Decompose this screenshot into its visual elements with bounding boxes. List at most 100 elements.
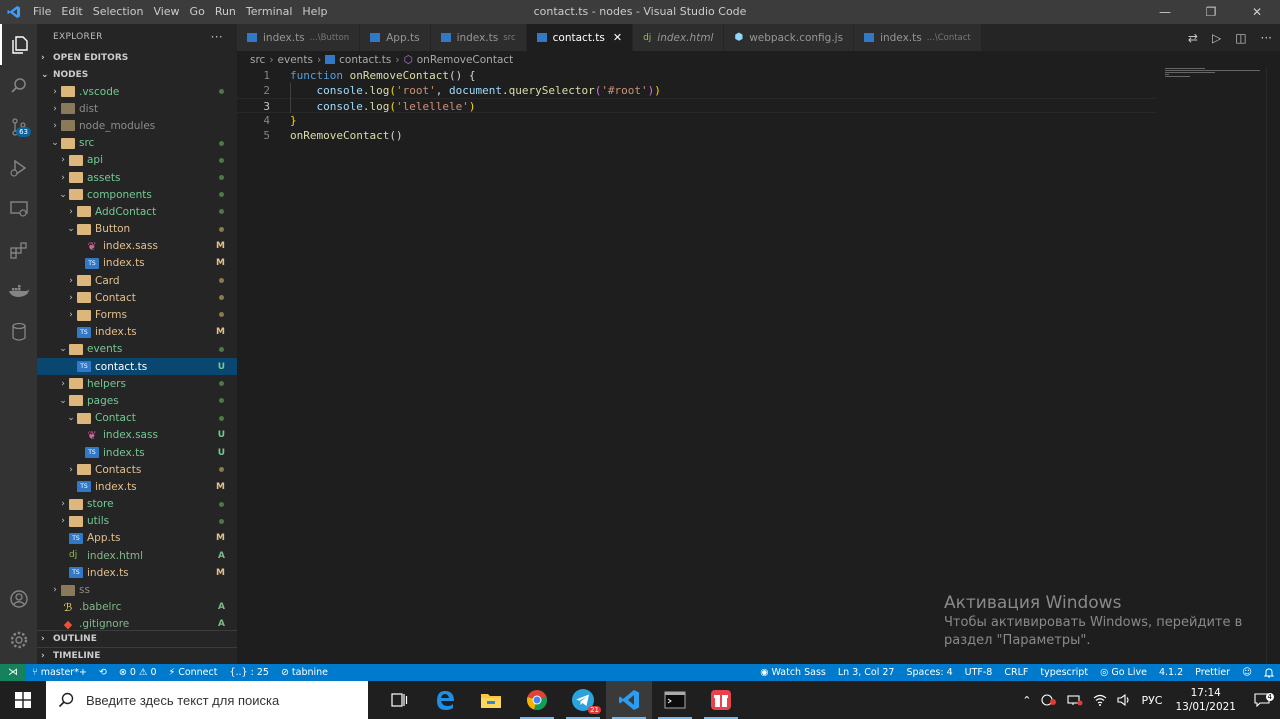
windows-start-button[interactable] [0,681,46,719]
explorer-more-icon[interactable]: ··· [211,30,223,44]
editor-tab[interactable]: index.ts ...\Button [237,24,361,51]
editor-tab[interactable]: index.ts ...\Contact [854,24,982,51]
chevron-up-icon[interactable]: ⌃ [1017,694,1036,707]
code-line[interactable]: 4} [237,113,1157,128]
chrome-browser-icon[interactable] [514,681,560,719]
editor-tab[interactable]: ⬢ webpack.config.js [724,24,855,51]
action-center-icon[interactable]: 4 [1244,693,1280,707]
encoding[interactable]: UTF-8 [959,667,999,678]
menu-edit[interactable]: Edit [56,0,87,24]
compare-icon[interactable]: ⇄ [1188,31,1198,45]
tree-folder[interactable]: ⌄ components [37,186,237,203]
database-icon[interactable] [0,311,37,352]
tree-folder[interactable]: › AddContact [37,203,237,220]
code-line[interactable]: 3 console.log('lelellele') [237,98,1157,113]
feedback-icon[interactable]: ☺ [1236,667,1258,678]
vpn-icon[interactable] [1036,694,1062,706]
tree-folder[interactable]: › Contacts [37,461,237,478]
tree-folder[interactable]: ⌄ events [37,341,237,358]
telegram-icon[interactable]: 21 [560,681,606,719]
prettier-item[interactable]: Prettier [1189,667,1236,678]
tree-file[interactable]: TS index.ts M [37,255,237,272]
network-icon[interactable] [1062,694,1088,706]
tree-file[interactable]: TS App.ts M [37,530,237,547]
account-icon[interactable] [0,578,37,619]
editor-tab[interactable]: contact.ts ✕ [526,24,634,51]
more-actions-icon[interactable]: ··· [1261,31,1272,45]
tree-file[interactable]: TS contact.ts U [37,358,237,376]
indentation[interactable]: Spaces: 4 [900,667,958,678]
editor-tab[interactable]: dj index.html [633,24,725,51]
tree-file[interactable]: ❦ index.sass M [37,238,237,255]
taskbar-search[interactable] [46,681,368,719]
vscode-taskbar-icon[interactable] [606,681,652,719]
tree-file[interactable]: TS index.ts M [37,324,237,341]
notifications-bell-icon[interactable] [1258,667,1280,678]
task-view-icon[interactable] [376,681,422,719]
settings-gear-icon[interactable] [0,619,37,660]
tree-folder[interactable]: ⌄ Button [37,221,237,238]
tree-folder[interactable]: › ss [37,581,237,598]
remote-indicator-icon[interactable]: ⋊ [0,664,26,681]
outline-section[interactable]: › OUTLINE [37,630,237,647]
input-language[interactable]: РУС [1136,694,1167,707]
cursor-position[interactable]: Ln 3, Col 27 [832,667,901,678]
tree-folder[interactable]: › dist [37,100,237,117]
code-editor[interactable]: 1 function onRemoveContact() {2 console.l… [237,68,1280,664]
watch-sass-item[interactable]: ◉ Watch Sass [754,667,832,678]
menu-go[interactable]: Go [185,0,210,24]
go-live-item[interactable]: ◎ Go Live [1094,667,1153,678]
wifi-icon[interactable] [1088,694,1112,706]
tree-file[interactable]: dj index.html A [37,547,237,564]
code-line[interactable]: 1 function onRemoveContact() { [237,68,1157,83]
tree-file[interactable]: TS index.ts M [37,478,237,495]
volume-icon[interactable] [1112,694,1136,706]
editor-scrollbar[interactable] [1266,68,1280,664]
tree-file[interactable]: ℬ .babelrc A [37,599,237,616]
problems-item[interactable]: ⊗ 0 ⚠ 0 [113,667,163,678]
tree-folder[interactable]: › assets [37,169,237,186]
breadcrumb-item[interactable]: contact.ts [339,54,391,66]
tree-folder[interactable]: › Forms [37,306,237,323]
connect-item[interactable]: ⚡ Connect [163,667,224,678]
run-debug-icon[interactable] [0,147,37,188]
tree-folder[interactable]: › api [37,152,237,169]
maximize-button[interactable]: ❐ [1188,0,1234,24]
minimize-button[interactable]: — [1142,0,1188,24]
tree-folder[interactable]: ⌄ src [37,135,237,152]
tree-file[interactable]: ❦ index.sass U [37,427,237,444]
code-line[interactable]: 5 onRemoveContact() [237,128,1157,143]
menu-help[interactable]: Help [297,0,332,24]
remote-explorer-icon[interactable] [0,188,37,229]
breadcrumb-item[interactable]: events [278,54,313,66]
tree-folder[interactable]: ⌄ Contact [37,410,237,427]
breadcrumb-item[interactable]: src [250,54,265,66]
menu-terminal[interactable]: Terminal [241,0,298,24]
tree-folder[interactable]: › helpers [37,375,237,392]
menu-file[interactable]: File [28,0,56,24]
explorer-icon[interactable] [0,24,37,65]
split-editor-icon[interactable]: ◫ [1235,31,1246,45]
terminal-icon[interactable] [652,681,698,719]
search-icon[interactable] [0,65,37,106]
close-window-button[interactable]: ✕ [1234,0,1280,24]
tree-file[interactable]: TS index.ts M [37,564,237,581]
menu-view[interactable]: View [148,0,184,24]
tree-folder[interactable]: › .vscode [37,83,237,100]
taskbar-search-input[interactable] [86,692,366,708]
taskbar-clock[interactable]: 17:14 13/01/2021 [1167,686,1244,714]
edge-browser-icon[interactable] [422,681,468,719]
close-tab-icon[interactable]: ✕ [613,31,622,44]
editor-tab[interactable]: App.ts [360,24,431,51]
gift-app-icon[interactable] [698,681,744,719]
menu-selection[interactable]: Selection [88,0,149,24]
extensions-icon[interactable] [0,229,37,270]
menu-run[interactable]: Run [210,0,241,24]
tree-file[interactable]: TS index.ts U [37,444,237,461]
typescript-version[interactable]: 4.1.2 [1153,667,1189,678]
docker-icon[interactable] [0,270,37,311]
tree-folder[interactable]: ⌄ pages [37,392,237,409]
tree-folder[interactable]: › Card [37,272,237,289]
sync-icon[interactable]: ⟲ [93,667,113,678]
line-ending[interactable]: CRLF [998,667,1034,678]
